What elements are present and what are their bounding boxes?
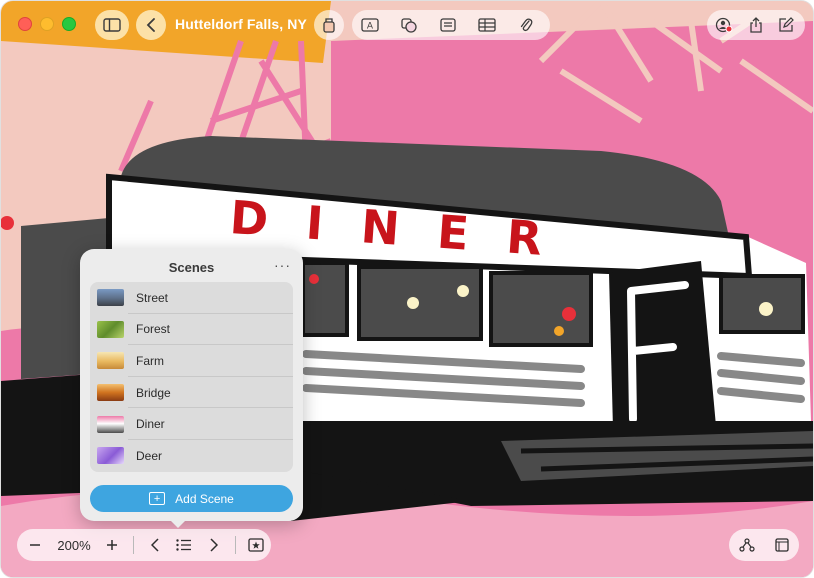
- text-box-button[interactable]: A: [352, 10, 388, 40]
- star-box-icon: [248, 538, 264, 552]
- street-thumbnail: [97, 289, 124, 307]
- scene-label: Street: [136, 290, 169, 305]
- scenes-popover: Scenes ··· Street Forest Farm Bridge Din…: [80, 249, 303, 521]
- zoom-window-button[interactable]: [62, 17, 76, 31]
- bridge-thumbnail: [97, 384, 124, 402]
- compose-button[interactable]: [771, 10, 801, 40]
- compose-icon: [779, 17, 794, 32]
- zoom-level[interactable]: 200%: [50, 538, 97, 553]
- add-scene-button[interactable]: + Add Scene: [90, 485, 293, 512]
- add-scene-label: Add Scene: [175, 491, 234, 506]
- text-box-icon: A: [361, 18, 379, 32]
- add-scene-marker-button[interactable]: [242, 529, 271, 561]
- next-scene-button[interactable]: [199, 529, 228, 561]
- share-toolbar: [707, 10, 805, 40]
- traffic-lights: [18, 17, 76, 31]
- forest-thumbnail: [97, 320, 124, 338]
- farm-thumbnail: [97, 352, 124, 370]
- scene-label: Diner: [136, 417, 165, 432]
- more-icon[interactable]: ···: [274, 257, 291, 273]
- scene-label: Deer: [136, 448, 163, 463]
- table-icon: [478, 18, 496, 32]
- scene-item-bridge[interactable]: Bridge: [90, 377, 293, 409]
- plus-icon: [107, 540, 118, 550]
- add-box-icon: +: [149, 492, 166, 505]
- format-button[interactable]: [314, 10, 344, 40]
- svg-text:A: A: [367, 22, 374, 32]
- collaborate-button[interactable]: [707, 10, 741, 40]
- scene-label: Bridge: [136, 385, 171, 400]
- shapes-button[interactable]: [391, 10, 427, 40]
- connector-button[interactable]: [732, 529, 762, 561]
- scene-label: Forest: [136, 322, 171, 337]
- shapes-icon: [401, 18, 417, 33]
- close-window-button[interactable]: [18, 17, 32, 31]
- frame-button[interactable]: [767, 529, 797, 561]
- frame-icon: [774, 538, 789, 552]
- app-window: DINER Hutteldorf Falls, NY A Scenes ··· …: [1, 1, 813, 577]
- scene-item-deer[interactable]: Deer: [90, 440, 293, 472]
- minimize-window-button[interactable]: [40, 17, 54, 31]
- collaborate-icon: [715, 17, 733, 33]
- chevron-left-icon: [146, 18, 155, 32]
- scene-list: Street Forest Farm Bridge Diner Deer: [90, 282, 293, 472]
- attachment-button[interactable]: [508, 10, 544, 40]
- connector-icon: [738, 538, 755, 552]
- list-icon: [176, 539, 192, 551]
- chevron-left-icon: [150, 538, 159, 552]
- previous-scene-button[interactable]: [140, 529, 169, 561]
- toolbar-divider: [234, 536, 236, 554]
- paint-bucket-icon: [323, 18, 335, 33]
- minus-icon: [29, 544, 40, 546]
- deer-thumbnail: [97, 447, 124, 465]
- back-button[interactable]: [136, 10, 166, 40]
- zoom-out-button[interactable]: [19, 529, 50, 561]
- insert-toolbar: A: [352, 10, 550, 40]
- toolbar-divider: [133, 536, 135, 554]
- sidebar-toggle-button[interactable]: [95, 10, 129, 40]
- chevron-right-icon: [210, 538, 218, 552]
- attachment-icon: [520, 18, 533, 32]
- scenes-list-button[interactable]: [170, 529, 199, 561]
- share-icon: [750, 17, 762, 33]
- table-button[interactable]: [469, 10, 505, 40]
- scene-item-street[interactable]: Street: [90, 282, 293, 314]
- share-button[interactable]: [741, 10, 771, 40]
- scene-item-farm[interactable]: Farm: [90, 345, 293, 377]
- zoom-in-button[interactable]: [98, 529, 127, 561]
- popover-arrow: [169, 519, 187, 528]
- sidebar-icon: [103, 18, 121, 32]
- sticky-note-icon: [440, 18, 456, 32]
- bottom-toolbar: 200%: [17, 529, 271, 561]
- scene-item-forest[interactable]: Forest: [90, 314, 293, 346]
- scenes-title: Scenes: [168, 260, 215, 275]
- scene-item-diner[interactable]: Diner: [90, 408, 293, 440]
- view-toolbar: [729, 529, 799, 561]
- scene-label: Farm: [136, 353, 164, 368]
- board-title: Hutteldorf Falls, NY: [175, 16, 307, 32]
- sticky-note-button[interactable]: [430, 10, 466, 40]
- diner-thumbnail: [97, 415, 124, 433]
